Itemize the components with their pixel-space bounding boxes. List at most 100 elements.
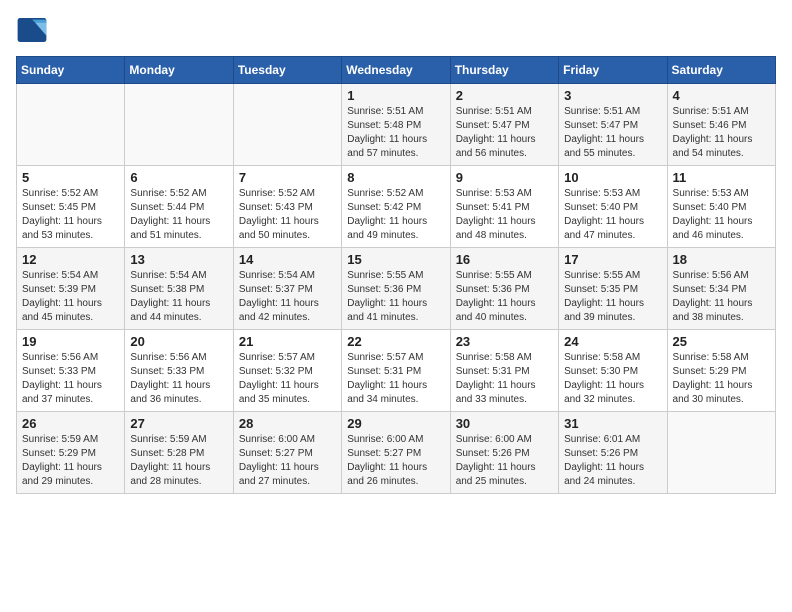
- day-cell: 31 Sunrise: 6:01 AM Sunset: 5:26 PM Dayli…: [559, 412, 667, 494]
- day-info: Sunrise: 5:55 AM Sunset: 5:36 PM Dayligh…: [347, 269, 444, 325]
- day-info: Sunrise: 5:52 AM Sunset: 5:42 PM Dayligh…: [347, 187, 444, 243]
- day-number: 26: [22, 416, 119, 431]
- day-info: Sunrise: 5:54 AM Sunset: 5:37 PM Dayligh…: [239, 269, 336, 325]
- day-cell: 30 Sunrise: 6:00 AM Sunset: 5:26 PM Dayli…: [450, 412, 558, 494]
- week-row-4: 19 Sunrise: 5:56 AM Sunset: 5:33 PM Dayli…: [17, 330, 776, 412]
- day-cell: 20 Sunrise: 5:56 AM Sunset: 5:33 PM Dayli…: [125, 330, 233, 412]
- day-number: 25: [673, 334, 770, 349]
- logo: [16, 16, 54, 44]
- day-number: 27: [130, 416, 227, 431]
- day-cell: 15 Sunrise: 5:55 AM Sunset: 5:36 PM Dayli…: [342, 248, 450, 330]
- day-header-friday: Friday: [559, 57, 667, 84]
- day-number: 10: [564, 170, 661, 185]
- day-number: 6: [130, 170, 227, 185]
- day-number: 31: [564, 416, 661, 431]
- day-number: 28: [239, 416, 336, 431]
- calendar-table: SundayMondayTuesdayWednesdayThursdayFrid…: [16, 56, 776, 494]
- day-cell: [233, 84, 341, 166]
- day-info: Sunrise: 5:58 AM Sunset: 5:31 PM Dayligh…: [456, 351, 553, 407]
- day-number: 20: [130, 334, 227, 349]
- day-info: Sunrise: 5:51 AM Sunset: 5:47 PM Dayligh…: [456, 105, 553, 161]
- day-cell: 19 Sunrise: 5:56 AM Sunset: 5:33 PM Dayli…: [17, 330, 125, 412]
- week-row-3: 12Sunrise: 5:54 AM Sunset: 5:39 PM Dayli…: [17, 248, 776, 330]
- day-header-saturday: Saturday: [667, 57, 775, 84]
- day-info: Sunrise: 5:52 AM Sunset: 5:44 PM Dayligh…: [130, 187, 227, 243]
- day-cell: [17, 84, 125, 166]
- day-cell: 28 Sunrise: 6:00 AM Sunset: 5:27 PM Dayli…: [233, 412, 341, 494]
- week-row-1: 1 Sunrise: 5:51 AM Sunset: 5:48 PM Daylig…: [17, 84, 776, 166]
- week-row-2: 5 Sunrise: 5:52 AM Sunset: 5:45 PM Daylig…: [17, 166, 776, 248]
- day-info: Sunrise: 5:52 AM Sunset: 5:43 PM Dayligh…: [239, 187, 336, 243]
- day-cell: 18 Sunrise: 5:56 AM Sunset: 5:34 PM Dayli…: [667, 248, 775, 330]
- day-number: 18: [673, 252, 770, 267]
- day-number: 16: [456, 252, 553, 267]
- day-info: Sunrise: 6:00 AM Sunset: 5:26 PM Dayligh…: [456, 433, 553, 489]
- day-info: Sunrise: 5:59 AM Sunset: 5:28 PM Dayligh…: [130, 433, 227, 489]
- day-info: Sunrise: 5:51 AM Sunset: 5:47 PM Dayligh…: [564, 105, 661, 161]
- day-info: Sunrise: 5:56 AM Sunset: 5:33 PM Dayligh…: [130, 351, 227, 407]
- day-number: 30: [456, 416, 553, 431]
- day-cell: 23 Sunrise: 5:58 AM Sunset: 5:31 PM Dayli…: [450, 330, 558, 412]
- day-cell: 25Sunrise: 5:58 AM Sunset: 5:29 PM Dayli…: [667, 330, 775, 412]
- day-cell: 3 Sunrise: 5:51 AM Sunset: 5:47 PM Daylig…: [559, 84, 667, 166]
- day-header-thursday: Thursday: [450, 57, 558, 84]
- day-info: Sunrise: 5:57 AM Sunset: 5:31 PM Dayligh…: [347, 351, 444, 407]
- day-cell: 21 Sunrise: 5:57 AM Sunset: 5:32 PM Dayli…: [233, 330, 341, 412]
- day-number: 5: [22, 170, 119, 185]
- day-info: Sunrise: 5:57 AM Sunset: 5:32 PM Dayligh…: [239, 351, 336, 407]
- day-cell: 6 Sunrise: 5:52 AM Sunset: 5:44 PM Daylig…: [125, 166, 233, 248]
- day-info: Sunrise: 5:51 AM Sunset: 5:46 PM Dayligh…: [673, 105, 770, 161]
- day-cell: 14 Sunrise: 5:54 AM Sunset: 5:37 PM Dayli…: [233, 248, 341, 330]
- day-number: 23: [456, 334, 553, 349]
- day-cell: [125, 84, 233, 166]
- day-number: 21: [239, 334, 336, 349]
- header-row: SundayMondayTuesdayWednesdayThursdayFrid…: [17, 57, 776, 84]
- day-number: 9: [456, 170, 553, 185]
- day-header-wednesday: Wednesday: [342, 57, 450, 84]
- day-info: Sunrise: 5:54 AM Sunset: 5:38 PM Dayligh…: [130, 269, 227, 325]
- day-info: Sunrise: 5:55 AM Sunset: 5:36 PM Dayligh…: [456, 269, 553, 325]
- day-cell: 17Sunrise: 5:55 AM Sunset: 5:35 PM Dayli…: [559, 248, 667, 330]
- day-cell: 8 Sunrise: 5:52 AM Sunset: 5:42 PM Daylig…: [342, 166, 450, 248]
- day-info: Sunrise: 5:56 AM Sunset: 5:33 PM Dayligh…: [22, 351, 119, 407]
- day-info: Sunrise: 5:54 AM Sunset: 5:39 PM Dayligh…: [22, 269, 119, 325]
- day-info: Sunrise: 5:53 AM Sunset: 5:40 PM Dayligh…: [673, 187, 770, 243]
- day-info: Sunrise: 5:56 AM Sunset: 5:34 PM Dayligh…: [673, 269, 770, 325]
- day-info: Sunrise: 5:53 AM Sunset: 5:41 PM Dayligh…: [456, 187, 553, 243]
- day-cell: 26 Sunrise: 5:59 AM Sunset: 5:29 PM Dayli…: [17, 412, 125, 494]
- day-cell: 1 Sunrise: 5:51 AM Sunset: 5:48 PM Daylig…: [342, 84, 450, 166]
- day-cell: 29Sunrise: 6:00 AM Sunset: 5:27 PM Dayli…: [342, 412, 450, 494]
- day-cell: 10 Sunrise: 5:53 AM Sunset: 5:40 PM Dayli…: [559, 166, 667, 248]
- day-header-monday: Monday: [125, 57, 233, 84]
- day-cell: 12Sunrise: 5:54 AM Sunset: 5:39 PM Dayli…: [17, 248, 125, 330]
- day-number: 14: [239, 252, 336, 267]
- day-info: Sunrise: 5:52 AM Sunset: 5:45 PM Dayligh…: [22, 187, 119, 243]
- day-info: Sunrise: 5:51 AM Sunset: 5:48 PM Dayligh…: [347, 105, 444, 161]
- day-number: 1: [347, 88, 444, 103]
- day-info: Sunrise: 6:00 AM Sunset: 5:27 PM Dayligh…: [239, 433, 336, 489]
- day-number: 4: [673, 88, 770, 103]
- day-info: Sunrise: 5:59 AM Sunset: 5:29 PM Dayligh…: [22, 433, 119, 489]
- day-number: 29: [347, 416, 444, 431]
- day-number: 15: [347, 252, 444, 267]
- day-number: 2: [456, 88, 553, 103]
- day-cell: 16 Sunrise: 5:55 AM Sunset: 5:36 PM Dayli…: [450, 248, 558, 330]
- day-number: 3: [564, 88, 661, 103]
- logo-icon: [16, 16, 48, 44]
- day-number: 24: [564, 334, 661, 349]
- day-cell: 9 Sunrise: 5:53 AM Sunset: 5:41 PM Daylig…: [450, 166, 558, 248]
- day-number: 17: [564, 252, 661, 267]
- day-number: 19: [22, 334, 119, 349]
- day-info: Sunrise: 5:58 AM Sunset: 5:30 PM Dayligh…: [564, 351, 661, 407]
- day-cell: 27 Sunrise: 5:59 AM Sunset: 5:28 PM Dayli…: [125, 412, 233, 494]
- day-cell: 13 Sunrise: 5:54 AM Sunset: 5:38 PM Dayli…: [125, 248, 233, 330]
- day-cell: 24 Sunrise: 5:58 AM Sunset: 5:30 PM Dayli…: [559, 330, 667, 412]
- day-cell: 2 Sunrise: 5:51 AM Sunset: 5:47 PM Daylig…: [450, 84, 558, 166]
- day-number: 13: [130, 252, 227, 267]
- day-number: 8: [347, 170, 444, 185]
- page-header: [16, 16, 776, 44]
- day-info: Sunrise: 5:53 AM Sunset: 5:40 PM Dayligh…: [564, 187, 661, 243]
- day-header-sunday: Sunday: [17, 57, 125, 84]
- day-info: Sunrise: 6:01 AM Sunset: 5:26 PM Dayligh…: [564, 433, 661, 489]
- day-cell: 22Sunrise: 5:57 AM Sunset: 5:31 PM Dayli…: [342, 330, 450, 412]
